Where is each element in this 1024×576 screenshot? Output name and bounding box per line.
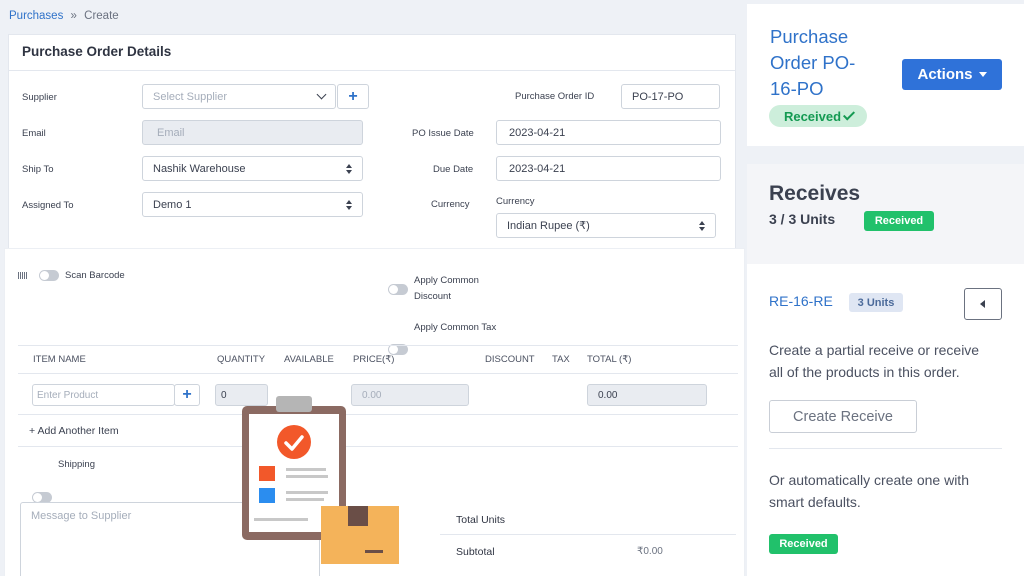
issue-date-input[interactable]: 2023-04-21 (496, 120, 721, 145)
ship-to-value: Nashik Warehouse (153, 162, 246, 175)
clipboard-clip (276, 396, 312, 412)
receives-title: Receives (769, 182, 861, 205)
shipping-label: Shipping (58, 459, 95, 470)
supplier-label: Supplier (22, 92, 57, 103)
ship-to-label: Ship To (22, 164, 54, 175)
plus-icon: + (182, 386, 192, 403)
subtotal-label: Subtotal (456, 546, 495, 558)
list-line (286, 498, 324, 501)
receive-description-line-1: Create a partial receive or receive (769, 342, 980, 358)
order-title-line-1: Purchase (770, 26, 849, 47)
supplier-placeholder: Select Supplier (153, 90, 227, 103)
message-placeholder: Message to Supplier (31, 510, 132, 522)
order-title-line-3: 16-PO (770, 78, 824, 99)
currency-value: Indian Rupee (₹) (507, 220, 590, 232)
actions-button[interactable]: Actions (902, 59, 1002, 90)
receives-units: 3 / 3 Units (769, 211, 836, 227)
card-title: Purchase Order Details (22, 44, 172, 59)
order-status-text: Received (783, 108, 842, 124)
receives-divider (769, 448, 1002, 449)
collapse-button[interactable] (964, 288, 1002, 320)
supplier-select[interactable]: Select Supplier (142, 84, 336, 109)
card-divider (9, 70, 735, 71)
issue-date-label: PO Issue Date (412, 128, 474, 139)
assigned-to-label: Assigned To (22, 200, 74, 211)
po-id-label: Purchase Order ID (515, 91, 595, 102)
total-input: 0.00 (587, 384, 707, 406)
clipboard-illustration (242, 396, 399, 564)
actions-label: Actions (917, 66, 973, 83)
add-another-item-link[interactable]: + Add Another Item (29, 425, 119, 437)
check-circle-icon (277, 425, 311, 459)
breadcrumb-current: Create (84, 10, 119, 22)
receive-description: Create a partial receive or receive all … (769, 339, 979, 383)
column-discount: DISCOUNT (485, 354, 535, 365)
column-quantity: QUANTITY (217, 354, 266, 365)
apply-tax-label: Apply Common Tax (414, 322, 497, 333)
table-header-divider-bottom (18, 373, 738, 374)
breadcrumb: Purchases » Create (9, 10, 119, 22)
order-title: Purchase Order PO- 16-PO (770, 24, 855, 102)
list-line (286, 468, 326, 471)
apply-discount-line-1: Apply Common (414, 275, 479, 286)
table-header-divider (18, 345, 738, 346)
apply-discount-toggle[interactable] (388, 284, 408, 295)
red-square-icon (259, 466, 275, 481)
select-arrows-icon (346, 164, 352, 174)
barcode-icon (18, 272, 27, 279)
column-tax: TAX (552, 354, 570, 365)
column-price: PRICE(₹) (353, 354, 395, 365)
select-arrows-icon (346, 200, 352, 210)
receive-units-badge: 3 Units (849, 293, 903, 312)
box-tape (348, 506, 368, 526)
blue-square-icon (259, 488, 275, 503)
scan-barcode-toggle[interactable] (39, 270, 59, 281)
due-date-label: Due Date (433, 164, 474, 175)
auto-create-line-1: Or automatically create one with (769, 472, 969, 488)
select-arrows-icon (699, 221, 705, 231)
list-line (286, 475, 328, 478)
receive-description-line-2: all of the products in this order. (769, 364, 960, 380)
total-units-label: Total Units (456, 514, 506, 526)
caret-down-icon (978, 72, 987, 77)
breadcrumb-separator: » (70, 10, 77, 22)
add-supplier-button[interactable]: + (337, 84, 369, 109)
product-input[interactable]: Enter Product (32, 384, 175, 406)
subtotal-value: ₹0.00 (637, 546, 663, 557)
column-item-name: ITEM NAME (33, 354, 86, 365)
email-label: Email (22, 128, 46, 139)
chevron-down-icon (316, 89, 327, 100)
breadcrumb-purchases-link[interactable]: Purchases (9, 10, 63, 22)
order-status-badge: Received (769, 105, 867, 127)
auto-create-line-2: smart defaults. (769, 494, 861, 510)
po-id-input[interactable]: PO-17-PO (621, 84, 720, 109)
box-label (365, 550, 383, 553)
scan-barcode-label: Scan Barcode (65, 270, 125, 281)
auto-create-text: Or automatically create one with smart d… (769, 469, 969, 513)
ship-to-select[interactable]: Nashik Warehouse (142, 156, 363, 181)
assigned-to-select[interactable]: Demo 1 (142, 192, 363, 217)
totals-divider (440, 534, 736, 535)
column-available: AVAILABLE (284, 354, 334, 365)
order-title-line-2: Order PO- (770, 52, 856, 73)
assigned-to-value: Demo 1 (153, 198, 192, 211)
currency-field-label: Currency (496, 196, 535, 207)
due-date-input[interactable]: 2023-04-21 (496, 156, 721, 181)
bottom-status-badge: Received (769, 534, 838, 554)
apply-discount-line-2: Discount (414, 291, 451, 302)
currency-select[interactable]: Indian Rupee (₹) (496, 213, 716, 238)
column-total: TOTAL (₹) (587, 354, 632, 365)
apply-discount-label: Apply Common Discount (414, 273, 479, 305)
add-product-button[interactable]: + (174, 384, 200, 406)
list-line (254, 518, 308, 521)
caret-left-icon (980, 300, 985, 308)
receive-id-link[interactable]: RE-16-RE (769, 293, 833, 309)
currency-label: Currency (431, 199, 470, 210)
list-line (286, 491, 328, 494)
email-field[interactable]: Email (142, 120, 363, 145)
receives-status-badge: Received (864, 211, 934, 231)
check-icon (843, 108, 856, 121)
plus-icon: + (348, 87, 358, 105)
create-receive-button[interactable]: Create Receive (769, 400, 917, 433)
